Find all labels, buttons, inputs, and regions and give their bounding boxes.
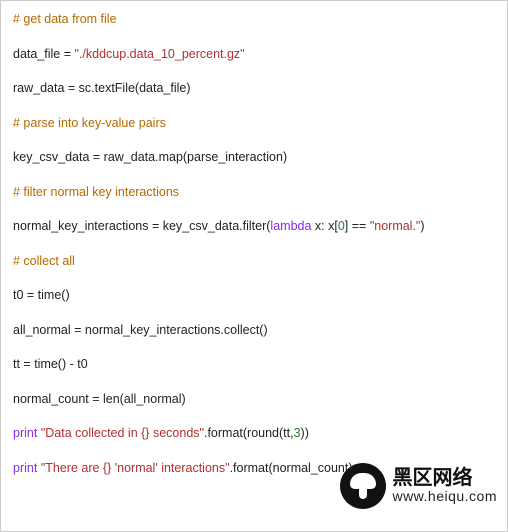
code-text: ) bbox=[420, 219, 424, 233]
code-text: tt = time() - t0 bbox=[13, 357, 88, 371]
keyword: lambda bbox=[270, 219, 311, 233]
code-line: data_file = "./kddcup.data_10_percent.gz… bbox=[13, 46, 495, 64]
code-line: raw_data = sc.textFile(data_file) bbox=[13, 80, 495, 98]
comment: # get data from file bbox=[13, 12, 117, 26]
code-text: .format(round(tt, bbox=[204, 426, 294, 440]
code-text: .format(normal_count) bbox=[230, 461, 353, 475]
code-text: key_csv_data = raw_data.map(parse_intera… bbox=[13, 150, 287, 164]
string-literal: "Data collected in {} seconds" bbox=[41, 426, 204, 440]
code-text: normal_key_interactions = key_csv_data.f… bbox=[13, 219, 270, 233]
keyword: print bbox=[13, 461, 37, 475]
code-line: # get data from file bbox=[13, 11, 495, 29]
code-text: )) bbox=[301, 426, 309, 440]
watermark-title: 黑区网络 bbox=[392, 468, 497, 489]
mushroom-icon bbox=[340, 463, 386, 509]
code-text: t0 = time() bbox=[13, 288, 70, 302]
number-literal: 0 bbox=[338, 219, 345, 233]
watermark-url: www.heiqu.com bbox=[392, 489, 497, 504]
comment: # parse into key-value pairs bbox=[13, 116, 166, 130]
string-literal: "There are {} 'normal' interactions" bbox=[41, 461, 230, 475]
number-literal: 3 bbox=[294, 426, 301, 440]
watermark-text: 黑区网络 www.heiqu.com bbox=[392, 468, 497, 504]
code-line: normal_key_interactions = key_csv_data.f… bbox=[13, 218, 495, 236]
code-line: # parse into key-value pairs bbox=[13, 115, 495, 133]
keyword: print bbox=[13, 426, 37, 440]
code-line: # filter normal key interactions bbox=[13, 184, 495, 202]
code-line: # collect all bbox=[13, 253, 495, 271]
code-line: t0 = time() bbox=[13, 287, 495, 305]
code-block: # get data from file data_file = "./kddc… bbox=[0, 0, 508, 532]
string-literal: "normal." bbox=[370, 219, 421, 233]
code-text: normal_count = len(all_normal) bbox=[13, 392, 186, 406]
code-text: data_file = bbox=[13, 47, 75, 61]
code-line: print "Data collected in {} seconds".for… bbox=[13, 425, 495, 443]
code-line: normal_count = len(all_normal) bbox=[13, 391, 495, 409]
code-text: raw_data = sc.textFile(data_file) bbox=[13, 81, 191, 95]
code-line: all_normal = normal_key_interactions.col… bbox=[13, 322, 495, 340]
comment: # collect all bbox=[13, 254, 75, 268]
code-line: tt = time() - t0 bbox=[13, 356, 495, 374]
code-text: all_normal = normal_key_interactions.col… bbox=[13, 323, 268, 337]
comment: # filter normal key interactions bbox=[13, 185, 179, 199]
code-text: ] == bbox=[345, 219, 370, 233]
string-literal: "./kddcup.data_10_percent.gz" bbox=[75, 47, 245, 61]
code-text: x: x[ bbox=[311, 219, 337, 233]
watermark: 黑区网络 www.heiqu.com bbox=[340, 463, 497, 509]
code-line: key_csv_data = raw_data.map(parse_intera… bbox=[13, 149, 495, 167]
